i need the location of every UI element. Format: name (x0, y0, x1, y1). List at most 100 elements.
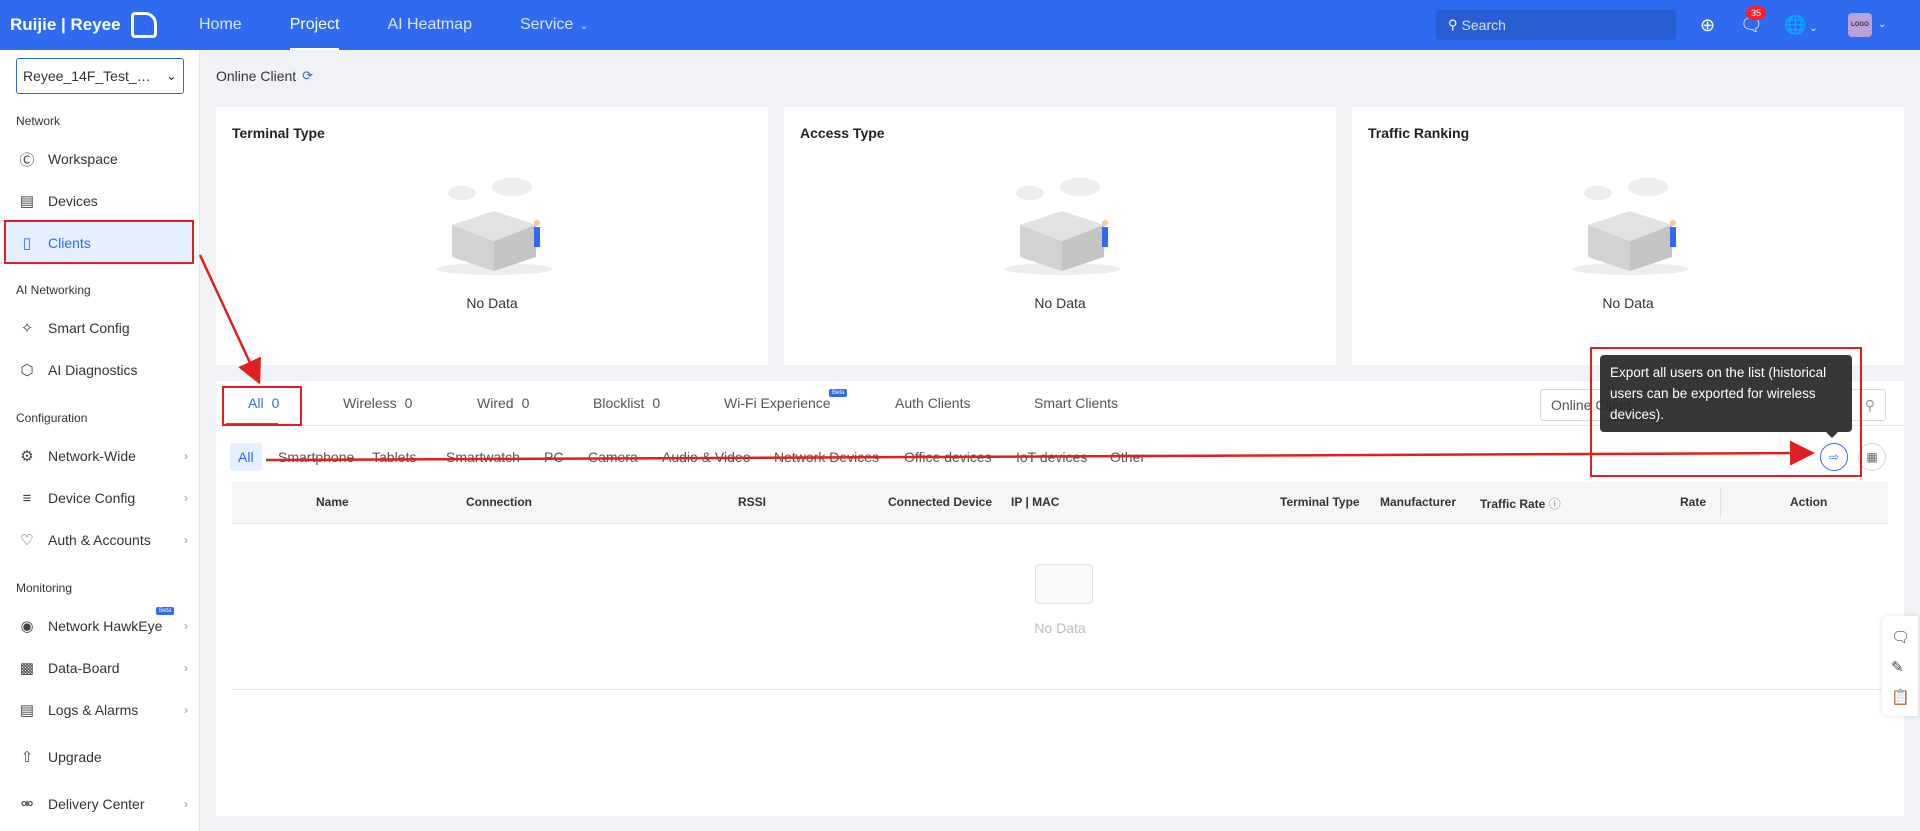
chip-camera[interactable]: Camera (588, 443, 638, 471)
col-connected-device[interactable]: Connected Device (888, 495, 992, 509)
empty-state-illustration (1004, 178, 1120, 275)
sidebar-item-workspace[interactable]: Ⓒ Workspace (4, 138, 194, 180)
chip-iot-devices[interactable]: IoT devices (1016, 443, 1087, 471)
main-nav: Home Project AI Heatmap Service ⌄ (175, 0, 613, 50)
tab-wifi-experience[interactable]: Wi-Fi Experience (724, 395, 831, 411)
sidebar-item-devices[interactable]: ▤ Devices (4, 180, 194, 222)
info-icon[interactable]: ⓘ (1549, 497, 1561, 511)
ruijie-reyee-logo[interactable]: Ruijie | Reyee (10, 12, 157, 38)
project-selector[interactable]: Reyee_14F_Test_E... ⌄ (16, 58, 184, 94)
sidebar: Reyee_14F_Test_E... ⌄ Network Ⓒ Workspace… (0, 50, 200, 831)
nav-home-label: Home (199, 16, 242, 33)
chart-icon: ▩ (19, 660, 35, 677)
devices-icon: ▤ (19, 193, 35, 210)
tab-blocklist[interactable]: Blocklist 0 (593, 395, 660, 411)
upgrade-icon: ⇧ (20, 749, 34, 766)
tab-label: Wi-Fi Experience (724, 395, 831, 411)
sidebar-item-device-config[interactable]: ≡ Device Config › (4, 477, 194, 519)
chevron-right-icon: › (184, 491, 188, 505)
col-rate[interactable]: Rate (1680, 495, 1706, 509)
avatar-chevron-icon[interactable]: ⌄ (1878, 14, 1886, 36)
tab-count: 0 (652, 395, 661, 411)
logo-text: Ruijie | Reyee (10, 15, 121, 34)
breadcrumb: Online Client ⟳ (216, 68, 313, 84)
sidebar-item-upgrade[interactable]: ⇧ Upgrade (4, 736, 194, 778)
column-settings-button[interactable]: ▦ (1858, 443, 1886, 471)
globe-icon[interactable]: 🌐 ⌄ (1784, 14, 1818, 40)
chip-office-devices[interactable]: Office devices (904, 443, 992, 471)
column-divider (1720, 488, 1721, 518)
sidebar-item-data-board[interactable]: ▩ Data-Board › (4, 647, 194, 689)
chat-icon[interactable]: 🗨 (1891, 628, 1910, 646)
tab-wireless[interactable]: Wireless 0 (343, 395, 412, 411)
nav-service-label: Service (519, 16, 574, 33)
chevron-right-icon: › (184, 449, 188, 463)
logs-icon: ▤ (19, 702, 35, 719)
sidebar-item-network-wide[interactable]: ⚙ Network-Wide › (4, 435, 194, 477)
clipboard-icon[interactable]: 📋 (1891, 688, 1910, 706)
tab-auth-clients[interactable]: Auth Clients (895, 395, 970, 411)
ai-diagnostics-icon: ⬡ (20, 362, 34, 379)
page-title: Online Client (216, 68, 297, 84)
chip-tablets[interactable]: Tablets (372, 443, 416, 471)
tab-label: Wired (477, 395, 514, 411)
chip-smartphone[interactable]: Smartphone (278, 443, 354, 471)
section-ai-networking: AI Networking (16, 283, 91, 297)
sidebar-item-smart-config[interactable]: ✧ Smart Config (4, 307, 194, 349)
sidebar-item-delivery-center[interactable]: ⚮ Delivery Center › (4, 783, 194, 825)
chevron-down-icon: ⌄ (166, 68, 177, 83)
col-rssi[interactable]: RSSI (738, 495, 766, 509)
avatar[interactable]: LOGO (1848, 13, 1872, 37)
col-action: Action (1790, 495, 1828, 509)
gear-icon: ⚙ (20, 448, 34, 465)
nav-ai-heatmap[interactable]: AI Heatmap (363, 0, 495, 50)
col-ip-mac[interactable]: IP | MAC (1011, 495, 1059, 509)
nav-project[interactable]: Project (266, 0, 364, 50)
search-icon[interactable]: ⚲ (1865, 390, 1875, 420)
sidebar-item-label: Device Config (48, 490, 136, 506)
sidebar-item-ai-diagnostics[interactable]: ⬡ AI Diagnostics (4, 349, 194, 391)
global-search[interactable]: ⚲ (1436, 10, 1676, 40)
tab-label: Blocklist (593, 395, 645, 411)
delivery-icon: ⚮ (20, 796, 34, 813)
sidebar-item-label: Delivery Center (48, 796, 145, 812)
add-icon[interactable]: ⊕ (1700, 14, 1715, 36)
card-title: Traffic Ranking (1368, 125, 1470, 141)
sidebar-item-label: Upgrade (48, 749, 102, 765)
shield-icon: ♡ (20, 532, 34, 549)
no-data-text: No Data (1602, 295, 1654, 311)
col-manufacturer[interactable]: Manufacturer (1380, 495, 1456, 509)
nav-service[interactable]: Service ⌄ (496, 0, 613, 50)
tab-wired[interactable]: Wired 0 (477, 395, 529, 411)
feedback-icon[interactable]: ✎ (1891, 658, 1904, 676)
chevron-down-icon: ⌄ (579, 20, 589, 32)
sidebar-item-auth-accounts[interactable]: ♡ Auth & Accounts › (4, 519, 194, 561)
col-traffic-rate[interactable]: Traffic Rate ⓘ (1480, 495, 1561, 512)
col-connection[interactable]: Connection (466, 495, 532, 509)
chip-all[interactable]: All (230, 443, 262, 471)
grid-icon: ▦ (1866, 450, 1878, 464)
smart-config-icon: ✧ (20, 320, 34, 337)
chip-smartwatch[interactable]: Smartwatch (446, 443, 520, 471)
annotation-box-clients (4, 220, 194, 264)
search-input[interactable] (1461, 17, 1662, 33)
nav-home[interactable]: Home (175, 0, 266, 50)
no-data-text: No Data (466, 295, 518, 311)
workspace-icon: Ⓒ (19, 151, 35, 169)
sidebar-item-logs-alarms[interactable]: ▤ Logs & Alarms › (4, 689, 194, 731)
annotation-box-export (1590, 347, 1862, 477)
col-terminal-type[interactable]: Terminal Type (1280, 495, 1360, 509)
chip-audio-video[interactable]: Audio & Video (662, 443, 750, 471)
chip-pc[interactable]: PC (544, 443, 563, 471)
card-title: Access Type (800, 125, 885, 141)
tab-label: Auth Clients (895, 395, 971, 411)
refresh-icon[interactable]: ⟳ (302, 68, 313, 84)
empty-inbox-icon (1035, 564, 1093, 604)
chip-network-devices[interactable]: Network Devices (774, 443, 879, 471)
chip-other[interactable]: Other (1110, 443, 1145, 471)
col-label: Traffic Rate (1480, 497, 1546, 511)
tab-count: 0 (521, 395, 530, 411)
sidebar-item-network-hawkeye[interactable]: ◉ Network HawkEye › (4, 605, 194, 647)
col-name[interactable]: Name (316, 495, 349, 509)
tab-smart-clients[interactable]: Smart Clients (1034, 395, 1118, 411)
